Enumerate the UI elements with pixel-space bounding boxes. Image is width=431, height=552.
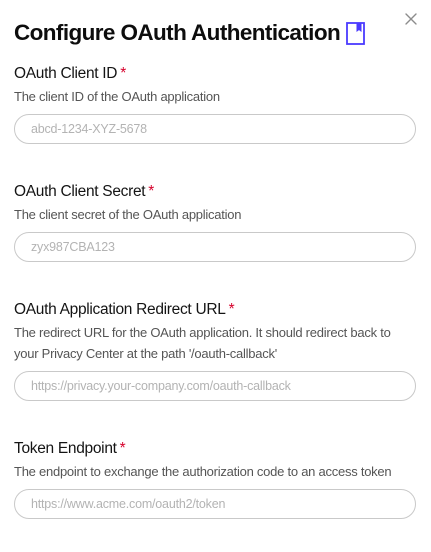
required-mark: * [119,440,126,457]
client-secret-label-text: OAuth Client Secret [14,183,146,200]
token-endpoint-input[interactable] [14,489,416,519]
client-secret-label: OAuth Client Secret * [14,183,416,201]
dialog-header: Configure OAuth Authentication [14,17,416,49]
redirect-url-help-line-1: The redirect URL for the OAuth applicati… [14,325,391,340]
oauth-config-dialog: Configure OAuth Authentication OAuth Cli… [0,0,431,552]
redirect-url-input[interactable] [14,371,416,401]
close-icon[interactable] [403,11,419,27]
client-id-help: The client ID of the OAuth application [14,89,220,104]
redirect-url-label: OAuth Application Redirect URL * [14,301,416,319]
client-secret-help: The client secret of the OAuth applicati… [14,207,242,222]
client-id-field: OAuth Client ID * The client ID of the OA… [14,65,416,147]
required-mark: * [148,183,155,200]
client-secret-input[interactable] [14,232,416,262]
book-icon[interactable] [346,21,366,45]
token-endpoint-label-text: Token Endpoint [14,440,117,457]
token-endpoint-field: Token Endpoint * The endpoint to exchange… [14,440,416,522]
redirect-url-field: OAuth Application Redirect URL * The redi… [14,301,416,403]
client-id-input[interactable] [14,114,416,144]
token-endpoint-label: Token Endpoint * [14,440,416,458]
client-id-label: OAuth Client ID * [14,65,416,83]
dialog-title: Configure OAuth Authentication [14,20,341,45]
token-endpoint-help: The endpoint to exchange the authorizati… [14,464,392,479]
required-mark: * [120,65,126,82]
required-mark: * [228,301,235,318]
client-secret-field: OAuth Client Secret * The client secret o… [14,183,416,265]
redirect-url-label-text: OAuth Application Redirect URL [14,301,226,318]
client-id-label-text: OAuth Client ID [14,65,118,82]
redirect-url-help: The redirect URL for the OAuth applicati… [14,322,416,364]
redirect-url-help-line-2: your Privacy Center at the path '/oauth-… [14,346,277,361]
